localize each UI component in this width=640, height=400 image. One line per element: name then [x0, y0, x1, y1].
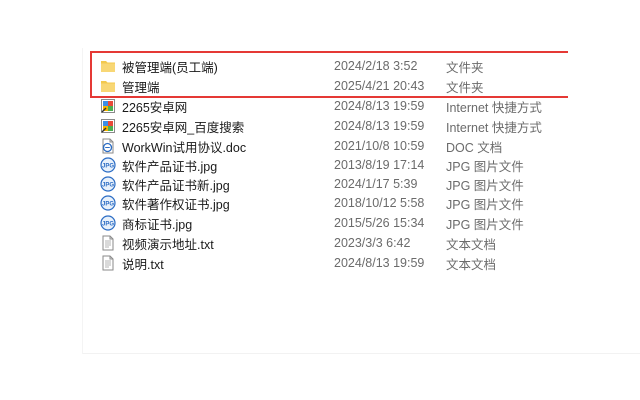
file-row[interactable]: 视频演示地址.txt 2023/3/3 6:42 文本文档 [100, 233, 570, 253]
file-name: 管理端 [122, 80, 160, 95]
file-row[interactable]: 管理端 2025/4/21 20:43 文件夹 [100, 76, 570, 96]
file-date-modified: 2024/8/13 19:59 [334, 99, 425, 113]
file-date-modified: 2013/8/19 17:14 [334, 158, 425, 172]
file-type: 文件夹 [446, 60, 484, 75]
internet-shortcut-icon [100, 98, 116, 114]
file-name: 被管理端(员工端) [122, 60, 218, 75]
file-name: 说明.txt [122, 257, 164, 272]
txt-file-icon [100, 235, 116, 251]
file-row[interactable]: WorkWin试用协议.doc 2021/10/8 10:59 DOC 文档 [100, 136, 570, 156]
file-name: 软件产品证书新.jpg [122, 178, 230, 193]
file-date-modified: 2024/8/13 19:59 [334, 119, 425, 133]
file-type: 文本文档 [446, 237, 497, 252]
file-date-modified: 2025/4/21 20:43 [334, 79, 425, 93]
file-type: Internet 快捷方式 [446, 120, 542, 135]
file-type: Internet 快捷方式 [446, 100, 542, 115]
file-date-modified: 2024/1/17 5:39 [334, 177, 418, 191]
svg-text:JPG: JPG [102, 183, 114, 189]
svg-text:JPG: JPG [102, 222, 114, 228]
jpg-file-icon: JPG [100, 157, 116, 173]
file-name: WorkWin试用协议.doc [122, 140, 247, 155]
file-date-modified: 2018/10/12 5:58 [334, 196, 425, 210]
file-name: 2265安卓网_百度搜索 [122, 120, 245, 135]
doc-file-icon [100, 138, 116, 154]
internet-shortcut-icon [100, 118, 116, 134]
file-type: JPG 图片文件 [446, 159, 524, 174]
file-type: JPG 图片文件 [446, 197, 524, 212]
file-type: 文本文档 [446, 257, 497, 272]
file-row[interactable]: JPG 软件著作权证书.jpg 2018/10/12 5:58 JPG 图片文件 [100, 193, 570, 213]
file-row[interactable]: 说明.txt 2024/8/13 19:59 文本文档 [100, 253, 570, 273]
file-row[interactable]: JPG 软件产品证书新.jpg 2024/1/17 5:39 JPG 图片文件 [100, 174, 570, 194]
txt-file-icon [100, 255, 116, 271]
jpg-file-icon: JPG [100, 176, 116, 192]
folder-icon [100, 58, 116, 74]
file-name: 软件著作权证书.jpg [122, 197, 230, 212]
file-name: 视频演示地址.txt [122, 237, 214, 252]
file-type: JPG 图片文件 [446, 178, 524, 193]
svg-text:JPG: JPG [102, 164, 114, 170]
file-date-modified: 2024/8/13 19:59 [334, 256, 425, 270]
file-name: 2265安卓网 [122, 100, 188, 115]
file-name: 软件产品证书.jpg [122, 159, 218, 174]
file-type: DOC 文档 [446, 140, 503, 155]
file-type: JPG 图片文件 [446, 217, 524, 232]
file-date-modified: 2015/5/26 15:34 [334, 216, 425, 230]
svg-text:JPG: JPG [102, 202, 114, 208]
file-row[interactable]: 2265安卓网_百度搜索 2024/8/13 19:59 Internet 快捷方式 [100, 116, 570, 136]
file-row[interactable]: JPG 商标证书.jpg 2015/5/26 15:34 JPG 图片文件 [100, 213, 570, 233]
file-row[interactable]: 被管理端(员工端) 2024/2/18 3:52 文件夹 [100, 56, 570, 76]
folder-icon [100, 78, 116, 94]
jpg-file-icon: JPG [100, 215, 116, 231]
file-name: 商标证书.jpg [122, 217, 193, 232]
file-row[interactable]: JPG 软件产品证书.jpg 2013/8/19 17:14 JPG 图片文件 [100, 155, 570, 175]
file-type: 文件夹 [446, 80, 484, 95]
file-date-modified: 2024/2/18 3:52 [334, 59, 418, 73]
jpg-file-icon: JPG [100, 195, 116, 211]
file-date-modified: 2023/3/3 6:42 [334, 236, 411, 250]
file-row[interactable]: 2265安卓网 2024/8/13 19:59 Internet 快捷方式 [100, 96, 570, 116]
file-date-modified: 2021/10/8 10:59 [334, 139, 425, 153]
